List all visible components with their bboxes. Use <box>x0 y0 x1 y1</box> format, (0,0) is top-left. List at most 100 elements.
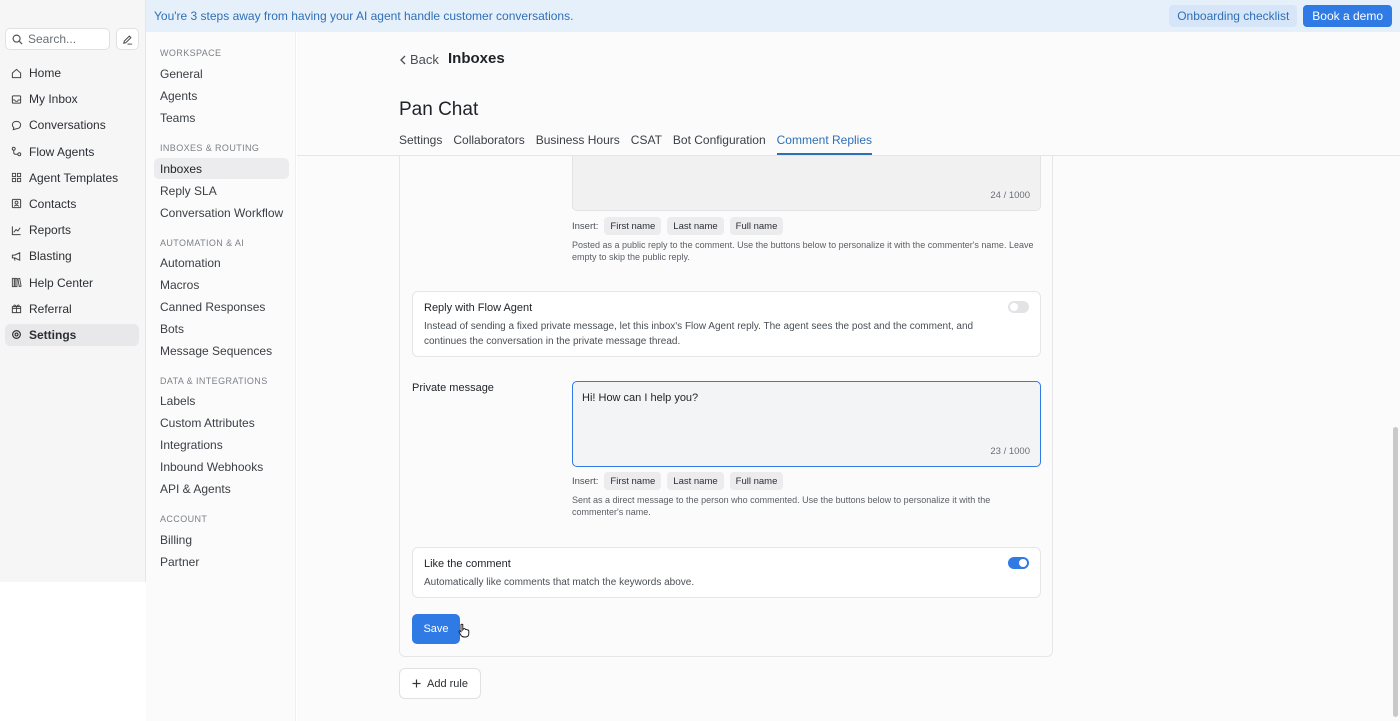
like-comment-title: Like the comment <box>424 558 511 570</box>
book-demo-button[interactable]: Book a demo <box>1303 5 1392 27</box>
nav-item-home[interactable]: Home <box>5 62 139 84</box>
back-link[interactable]: Back <box>399 52 439 67</box>
nav-item-flow-agents[interactable]: Flow Agents <box>5 141 139 163</box>
insert-first-name-button[interactable]: First name <box>604 217 662 235</box>
insert-label: Insert: <box>572 220 599 232</box>
flow-agent-description: Instead of sending a fixed private messa… <box>424 321 974 347</box>
add-rule-button[interactable]: Add rule <box>399 668 481 699</box>
plus-icon <box>412 679 421 688</box>
onboarding-banner: You're 3 steps away from having your AI … <box>146 0 1400 32</box>
nav-item-label: Referral <box>29 301 72 316</box>
tab-csat[interactable]: CSAT <box>631 133 662 155</box>
nav-item-my-inbox[interactable]: My Inbox <box>5 88 139 110</box>
like-comment-description: Automatically like comments that match t… <box>424 577 695 588</box>
section-title-data-integrations: DATA & INTEGRATIONS <box>160 376 268 386</box>
nav-item-label: My Inbox <box>29 92 78 107</box>
page-title: Pan Chat <box>399 99 479 120</box>
book-icon <box>11 277 22 288</box>
nav-item-label: Help Center <box>29 275 94 290</box>
primary-sidebar: Search... Home My Inbox Conversations Fl… <box>0 0 146 582</box>
tab-collaborators[interactable]: Collaborators <box>453 133 524 155</box>
private-message-counter: 23 / 1000 <box>990 446 1030 457</box>
nav-item-settings[interactable]: Settings <box>5 323 139 346</box>
grid-icon <box>11 173 22 183</box>
onboarding-checklist-button[interactable]: Onboarding checklist <box>1169 5 1298 27</box>
flow-icon <box>11 146 22 157</box>
flow-agent-toggle[interactable] <box>1008 301 1029 313</box>
settings-item-inbound-webhooks[interactable]: Inbound Webhooks <box>154 456 289 477</box>
tab-business-hours[interactable]: Business Hours <box>536 133 620 155</box>
private-message-textarea[interactable]: Hi! How can I help you? 23 / 1000 <box>572 381 1041 467</box>
nav-item-reports[interactable]: Reports <box>5 219 139 241</box>
settings-item-agents[interactable]: Agents <box>154 85 289 106</box>
settings-item-integrations[interactable]: Integrations <box>154 434 289 455</box>
settings-item-reply-sla[interactable]: Reply SLA <box>154 180 289 201</box>
settings-item-api-agents[interactable]: API & Agents <box>154 478 289 499</box>
nav-item-label: Home <box>29 66 62 80</box>
chat-bubble-icon <box>11 120 22 131</box>
insert-label: Insert: <box>572 475 599 487</box>
insert-last-name-button[interactable]: Last name <box>667 472 724 490</box>
inbox-tabs: Settings Collaborators Business Hours CS… <box>399 133 873 155</box>
chevron-left-icon <box>400 55 406 64</box>
settings-sidebar: WORKSPACE General Agents Teams INBOXES &… <box>146 32 296 721</box>
nav-item-label: Reports <box>29 223 72 238</box>
settings-item-bots[interactable]: Bots <box>154 318 289 339</box>
gift-icon <box>11 304 22 314</box>
main-scrollbar[interactable] <box>1393 427 1398 717</box>
private-message-value: Hi! How can I help you? <box>582 392 699 404</box>
nav-item-conversations[interactable]: Conversations <box>5 114 139 136</box>
contacts-icon <box>11 199 22 209</box>
banner-text: You're 3 steps away from having your AI … <box>154 9 574 23</box>
settings-item-custom-attributes[interactable]: Custom Attributes <box>154 412 289 433</box>
settings-item-teams[interactable]: Teams <box>154 107 289 128</box>
gear-icon <box>12 330 21 340</box>
chart-icon <box>11 226 21 235</box>
search-placeholder: Search... <box>28 32 77 46</box>
settings-item-conversation-workflow[interactable]: Conversation Workflow <box>154 202 289 223</box>
settings-item-macros[interactable]: Macros <box>154 274 289 295</box>
save-button[interactable]: Save <box>412 614 470 644</box>
settings-item-canned-responses[interactable]: Canned Responses <box>154 296 289 317</box>
nav-item-blasting[interactable]: Blasting <box>5 245 139 267</box>
flow-agent-reply-card: Reply with Flow Agent Instead of sending… <box>412 291 1041 357</box>
tab-settings[interactable]: Settings <box>399 133 442 155</box>
section-title-automation-ai: AUTOMATION & AI <box>160 238 245 248</box>
settings-item-billing[interactable]: Billing <box>154 529 289 550</box>
nav-item-agent-templates[interactable]: Agent Templates <box>5 167 139 189</box>
tab-bot-configuration[interactable]: Bot Configuration <box>673 133 766 155</box>
back-label: Back <box>410 52 439 67</box>
nav-item-label: Flow Agents <box>29 144 95 159</box>
settings-item-partner[interactable]: Partner <box>154 551 289 572</box>
nav-item-contacts[interactable]: Contacts <box>5 193 139 215</box>
compose-button[interactable] <box>116 28 139 50</box>
nav-item-referral[interactable]: Referral <box>5 298 139 320</box>
main-content: Back Inboxes Pan Chat Settings Collabora… <box>297 32 1400 721</box>
settings-item-message-sequences[interactable]: Message Sequences <box>154 340 289 361</box>
primary-nav: Home My Inbox Conversations Flow Agents … <box>5 62 139 350</box>
settings-item-labels[interactable]: Labels <box>154 390 289 411</box>
like-comment-card: Like the comment Automatically like comm… <box>412 547 1041 598</box>
settings-item-automation[interactable]: Automation <box>154 252 289 273</box>
comment-reply-rule-card: 24 / 1000 Insert: First name Last name F… <box>399 156 1053 657</box>
search-input[interactable]: Search... <box>5 28 110 50</box>
tab-comment-replies[interactable]: Comment Replies <box>776 133 873 155</box>
section-title-inboxes-routing: INBOXES & ROUTING <box>160 143 260 153</box>
like-comment-toggle[interactable] <box>1008 557 1029 569</box>
nav-item-help-center[interactable]: Help Center <box>5 272 139 294</box>
public-reply-textarea[interactable]: 24 / 1000 <box>572 156 1041 211</box>
settings-item-general[interactable]: General <box>154 63 289 84</box>
private-message-insert-row: Insert: First name Last name Full name <box>572 472 784 490</box>
insert-full-name-button[interactable]: Full name <box>729 217 784 235</box>
settings-item-inboxes[interactable]: Inboxes <box>154 158 289 179</box>
flow-agent-title: Reply with Flow Agent <box>424 302 533 314</box>
private-message-help: Sent as a direct message to the person w… <box>572 495 991 517</box>
insert-first-name-button[interactable]: First name <box>604 472 662 490</box>
nav-item-label: Blasting <box>29 249 72 264</box>
megaphone-icon <box>11 251 21 261</box>
insert-full-name-button[interactable]: Full name <box>729 472 784 490</box>
nav-item-label: Conversations <box>29 118 106 133</box>
insert-last-name-button[interactable]: Last name <box>667 217 724 235</box>
save-label: Save <box>423 623 449 635</box>
add-rule-label: Add rule <box>427 677 468 690</box>
